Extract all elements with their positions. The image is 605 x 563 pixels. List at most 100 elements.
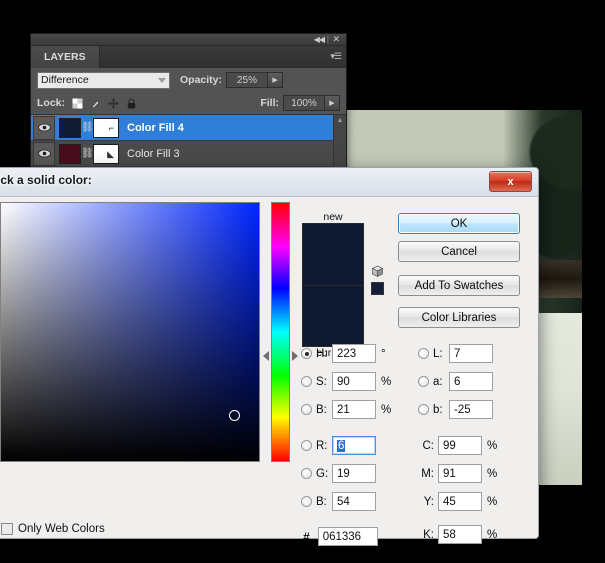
input-lab-l[interactable]: 7 [449,344,493,363]
current-color-swatch[interactable] [302,285,364,347]
field-s[interactable]: S: 90 % [301,372,391,391]
value-y: 45 [443,495,456,508]
field-b-blue[interactable]: B: 54 [301,492,376,511]
tab-layers[interactable]: LAYERS [31,46,100,68]
input-m[interactable]: 91 [438,464,482,483]
scroll-up-icon[interactable]: ▲ [334,115,346,124]
screen: ◀◀ | ✕ LAYERS ▾☰ Difference Opacity: 25%… [0,0,605,563]
layer-row[interactable]: ⛓ ⌐ Color Fill 4 [31,115,346,141]
radio-b-blue[interactable] [301,496,312,507]
input-s[interactable]: 90 [332,372,376,391]
field-r[interactable]: R: 6 [301,436,376,455]
radio-lab-b[interactable] [418,404,429,415]
sb-marker[interactable] [229,410,240,421]
only-web-colors-checkbox[interactable] [1,523,13,535]
input-b-blue[interactable]: 54 [332,492,376,511]
field-hex[interactable]: # 061336 [303,527,378,546]
hue-marker-left-icon[interactable] [263,351,269,361]
radio-r[interactable] [301,440,312,451]
field-y[interactable]: Y: 45 % [418,492,497,511]
layer-list-scrollbar[interactable]: ▲ [333,115,346,167]
radio-h[interactable] [301,348,312,359]
eye-icon [37,123,51,132]
field-lab-a[interactable]: a: 6 [418,372,493,391]
radio-s[interactable] [301,376,312,387]
input-k[interactable]: 58 [438,525,482,544]
field-h[interactable]: H: 223 ° [301,344,386,363]
layer-color-swatch[interactable] [59,117,81,138]
blend-mode-select[interactable]: Difference [37,71,170,89]
layer-row[interactable]: ⛓ ◣ Color Fill 3 [31,141,346,167]
input-c[interactable]: 99 [438,436,482,455]
lock-transparency-icon[interactable] [72,97,84,109]
cancel-button-label: Cancel [441,245,477,258]
opacity-value: 25% [237,74,258,86]
layer-mask-thumbnail[interactable]: ⌐ [93,117,119,138]
label-b-brightness: B: [316,403,327,416]
field-b-brightness[interactable]: B: 21 % [301,400,391,419]
field-m[interactable]: M: 91 % [418,464,497,483]
panel-menu-icon[interactable]: ▾☰ [330,51,342,62]
dialog-close-button[interactable]: x [489,171,532,192]
link-icon[interactable]: ⛓ [81,148,94,159]
cancel-button[interactable]: Cancel [398,241,520,262]
new-color-label: new [323,211,343,223]
value-lab-b: -25 [454,403,471,416]
add-to-swatches-button[interactable]: Add To Swatches [398,275,520,296]
saturation-brightness-field[interactable] [0,202,260,462]
fill-input[interactable]: 100% [283,95,325,111]
layer-mask-thumbnail[interactable]: ◣ [93,143,119,164]
hex-symbol: # [303,529,310,544]
close-icon[interactable]: ✕ [332,35,340,45]
hue-slider[interactable] [271,202,290,462]
new-color-swatch[interactable] [302,223,364,285]
field-c[interactable]: C: 99 % [418,436,497,455]
ok-button-label: OK [450,217,468,230]
chevron-down-icon [158,77,166,83]
input-hex[interactable]: 061336 [317,527,378,546]
collapse-icon[interactable]: ◀◀ [314,35,325,45]
visibility-toggle[interactable] [33,115,55,140]
value-g: 19 [337,467,350,480]
only-web-colors-row[interactable]: Only Web Colors [1,523,105,535]
ok-button[interactable]: OK [398,213,520,234]
visibility-toggle[interactable] [33,141,55,166]
field-g[interactable]: G: 19 [301,464,376,483]
input-y[interactable]: 45 [438,492,482,511]
add-to-swatches-label: Add To Swatches [414,279,504,292]
layers-panel: ◀◀ | ✕ LAYERS ▾☰ Difference Opacity: 25%… [30,33,347,178]
lock-label: Lock: [37,97,66,109]
out-of-gamut-cube-icon[interactable] [371,265,384,278]
opacity-input[interactable]: 25% [226,72,269,88]
input-g[interactable]: 19 [332,464,376,483]
label-s: S: [316,375,327,388]
unit-s: % [381,375,392,388]
dialog-titlebar[interactable]: ick a solid color: x [0,168,538,196]
value-b-brightness: 21 [337,403,350,416]
radio-lab-l[interactable] [418,348,429,359]
layer-color-swatch[interactable] [59,143,81,164]
field-lab-l[interactable]: L: 7 [418,344,493,363]
link-icon[interactable]: ⛓ [81,122,94,133]
radio-lab-a[interactable] [418,376,429,387]
fill-stepper[interactable]: ▶ [325,95,340,111]
lock-image-icon[interactable] [90,98,101,109]
field-k[interactable]: K: 58 % [418,525,497,544]
field-lab-b[interactable]: b: -25 [418,400,493,419]
label-g: G: [316,467,329,480]
color-libraries-button[interactable]: Color Libraries [398,307,520,328]
eye-icon [37,149,51,158]
radio-b-brightness[interactable] [301,404,312,415]
lock-all-icon[interactable] [126,97,137,109]
input-r[interactable]: 6 [332,436,376,455]
input-h[interactable]: 223 [332,344,376,363]
input-b-brightness[interactable]: 21 [332,400,376,419]
web-safe-color-swatch[interactable] [371,282,384,295]
radio-g[interactable] [301,468,312,479]
hue-marker-right-icon[interactable] [292,351,298,361]
lock-position-icon[interactable] [108,97,120,109]
input-lab-a[interactable]: 6 [449,372,493,391]
label-lab-a: a: [433,375,443,388]
opacity-stepper[interactable]: ▶ [268,72,284,88]
input-lab-b[interactable]: -25 [449,400,493,419]
